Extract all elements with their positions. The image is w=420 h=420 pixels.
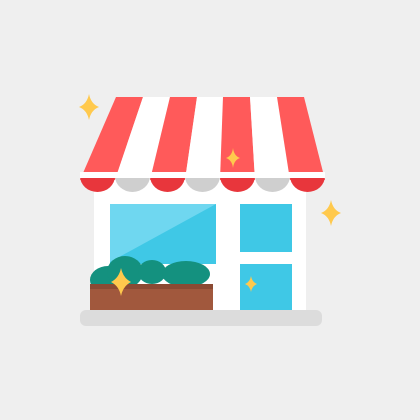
storefront-icon [0, 0, 420, 420]
storefront-illustration [0, 0, 420, 420]
awning-base [80, 172, 325, 178]
awning [80, 97, 325, 180]
shop-window [110, 204, 216, 264]
ground-shadow [80, 310, 322, 326]
door [240, 264, 292, 310]
awning-stripe [220, 97, 255, 180]
planter-box [90, 284, 213, 310]
side-window [240, 204, 292, 252]
